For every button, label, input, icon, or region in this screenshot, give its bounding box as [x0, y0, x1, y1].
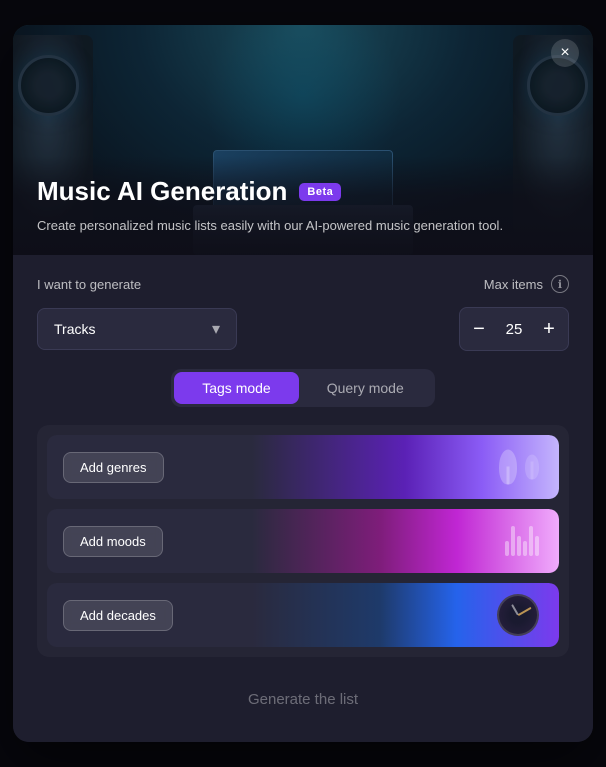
guitar-icon-2 [525, 455, 539, 480]
genres-row: Add genres [47, 435, 559, 499]
modal-body: I want to generate Max items ℹ Tracks ▾ … [13, 255, 593, 742]
stepper-plus-button[interactable]: + [530, 308, 568, 350]
want-label: I want to generate [37, 277, 141, 292]
track-type-dropdown[interactable]: Tracks ▾ [37, 308, 237, 350]
controls-input-row: Tracks ▾ − 25 + [37, 307, 569, 351]
tags-section: Add genres [37, 425, 569, 657]
moods-row: Add moods [47, 509, 559, 573]
stepper-minus-button[interactable]: − [460, 308, 498, 350]
moods-button-container: Add moods [47, 526, 179, 557]
max-items-label: Max items [484, 277, 543, 292]
moods-art-decoration [505, 526, 539, 556]
header-content: Music AI Generation Beta Create personal… [13, 156, 593, 255]
modal-header: Music AI Generation Beta Create personal… [13, 25, 593, 255]
guitar-icon [499, 450, 517, 485]
add-moods-button[interactable]: Add moods [63, 526, 163, 557]
beta-badge: Beta [299, 183, 341, 201]
dropdown-value: Tracks [54, 321, 95, 337]
genres-button-container: Add genres [47, 452, 180, 483]
info-icon[interactable]: ℹ [551, 275, 569, 293]
music-ai-modal: Music AI Generation Beta Create personal… [13, 25, 593, 742]
mode-toggle: Tags mode Query mode [171, 369, 435, 407]
close-icon: × [560, 44, 569, 62]
decades-row: Add decades [47, 583, 559, 647]
tags-mode-button[interactable]: Tags mode [174, 372, 298, 404]
title-row: Music AI Generation Beta [37, 176, 569, 207]
stepper-value: 25 [498, 321, 530, 338]
max-items-stepper: − 25 + [459, 307, 569, 351]
modal-overlay: Music AI Generation Beta Create personal… [0, 0, 606, 767]
modal-subtitle: Create personalized music lists easily w… [37, 216, 569, 236]
query-mode-button[interactable]: Query mode [299, 372, 432, 404]
controls-label-row: I want to generate Max items ℹ [37, 275, 569, 293]
chevron-down-icon: ▾ [212, 319, 220, 339]
clock-art-decoration [497, 594, 539, 636]
add-genres-button[interactable]: Add genres [63, 452, 164, 483]
modal-title: Music AI Generation [37, 176, 287, 207]
add-decades-button[interactable]: Add decades [63, 600, 173, 631]
close-button[interactable]: × [551, 39, 579, 67]
generate-button[interactable]: Generate the list [37, 677, 569, 722]
genres-art-decoration [499, 450, 539, 485]
max-items-group: Max items ℹ [484, 275, 569, 293]
decades-button-container: Add decades [47, 600, 189, 631]
